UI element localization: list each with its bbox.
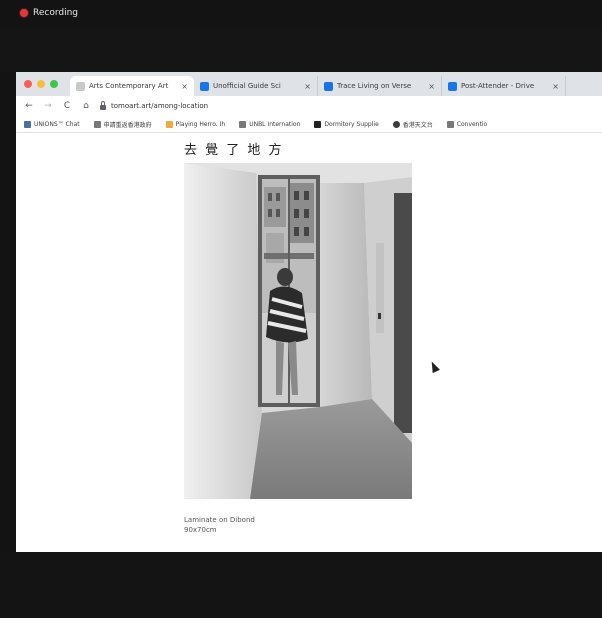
close-tab-icon[interactable]: × bbox=[304, 82, 311, 91]
page-content: 去 覺 了 地 方 Laminate on Dibond 90x70cm bbox=[16, 133, 602, 534]
doc-favicon-icon bbox=[324, 81, 333, 91]
bookmark-label: Conventio bbox=[456, 120, 488, 128]
tab-unofficial-guide[interactable]: Unofficial Guide Sci × bbox=[194, 76, 318, 96]
minimize-window-button[interactable] bbox=[37, 80, 45, 88]
back-button[interactable]: ← bbox=[24, 101, 34, 111]
forward-button[interactable]: → bbox=[43, 101, 53, 111]
recording-indicator: Recording bbox=[20, 8, 78, 18]
browser-window: Arts Contemporary Art × Unofficial Guide… bbox=[16, 72, 602, 552]
page-title: 去 覺 了 地 方 bbox=[184, 143, 284, 158]
folder-icon bbox=[165, 120, 173, 128]
close-tab-icon[interactable]: × bbox=[428, 82, 435, 91]
bookmark-item[interactable]: Dormitory Supplie bbox=[314, 120, 379, 128]
artwork-photo[interactable] bbox=[184, 163, 412, 499]
bookmark-label: Playing Herro. Ih bbox=[175, 120, 226, 128]
doc-favicon-icon bbox=[448, 81, 457, 91]
record-icon bbox=[20, 9, 28, 17]
bookmark-item[interactable]: UNBL Internation bbox=[239, 120, 301, 128]
close-tab-icon[interactable]: × bbox=[552, 82, 559, 91]
close-window-button[interactable] bbox=[24, 80, 32, 88]
tab-title: Trace Living on Verse bbox=[337, 82, 412, 90]
bookmark-item[interactable]: 申請重返香港政府 bbox=[93, 120, 152, 129]
tab-trace-living[interactable]: Trace Living on Verse × bbox=[318, 76, 442, 96]
mouse-cursor-icon bbox=[428, 359, 440, 374]
artwork-caption: Laminate on Dibond 90x70cm bbox=[184, 515, 255, 535]
caption-size: 90x70cm bbox=[184, 526, 217, 534]
recording-bottom-band bbox=[0, 552, 602, 618]
document-icon bbox=[314, 120, 322, 128]
address-bar[interactable]: tomoart.art/among-location bbox=[100, 100, 209, 110]
bookmark-icon bbox=[93, 120, 101, 128]
tab-title: Arts Contemporary Art bbox=[89, 82, 169, 90]
bookmark-item[interactable]: 香港天文台 bbox=[392, 120, 433, 129]
bookmark-item[interactable]: Conventio bbox=[446, 120, 488, 128]
tab-title: Unofficial Guide Sci bbox=[213, 82, 281, 90]
bookmark-item[interactable]: UNIONS™ Chat bbox=[24, 120, 80, 128]
bookmark-icon bbox=[239, 120, 247, 128]
caption-medium: Laminate on Dibond bbox=[184, 516, 255, 524]
lock-icon bbox=[100, 100, 106, 110]
tab-arts-contemporary[interactable]: Arts Contemporary Art × bbox=[70, 76, 194, 96]
bookmark-label: Dormitory Supplie bbox=[324, 120, 379, 128]
tab-title: Post-Attender - Drive bbox=[461, 82, 535, 90]
url-text: tomoart.art/among-location bbox=[111, 102, 209, 110]
screen-recording: Recording Arts Contemporary Art × Unoffi… bbox=[0, 0, 602, 618]
recording-label: Recording bbox=[33, 8, 79, 18]
browser-toolbar: ← → C ⌂ tomoart.art/among-location bbox=[16, 96, 602, 116]
tab-bar: Arts Contemporary Art × Unofficial Guide… bbox=[16, 72, 602, 96]
weather-icon bbox=[392, 120, 400, 128]
doc-favicon-icon bbox=[200, 81, 209, 91]
bookmarks-bar: UNIONS™ Chat 申請重返香港政府 Playing Herro. Ih … bbox=[16, 116, 602, 133]
maximize-window-button[interactable] bbox=[50, 80, 58, 88]
bookmark-label: 申請重返香港政府 bbox=[103, 121, 152, 129]
corridor-photo-image bbox=[184, 163, 412, 499]
site-favicon-icon bbox=[76, 81, 85, 91]
bookmark-item[interactable]: Playing Herro. Ih bbox=[165, 120, 226, 128]
tab-post-attender[interactable]: Post-Attender - Drive × bbox=[442, 76, 566, 96]
bookmark-label: UNIONS™ Chat bbox=[34, 120, 80, 128]
home-button[interactable]: ⌂ bbox=[81, 101, 91, 111]
window-controls bbox=[16, 80, 70, 96]
reload-button[interactable]: C bbox=[62, 101, 72, 111]
bookmark-label: 香港天文台 bbox=[402, 121, 433, 129]
recording-top-band bbox=[0, 26, 602, 72]
bookmark-icon bbox=[24, 120, 31, 128]
bookmark-label: UNBL Internation bbox=[249, 120, 301, 128]
close-tab-icon[interactable]: × bbox=[181, 82, 188, 91]
bookmark-icon bbox=[446, 120, 454, 128]
